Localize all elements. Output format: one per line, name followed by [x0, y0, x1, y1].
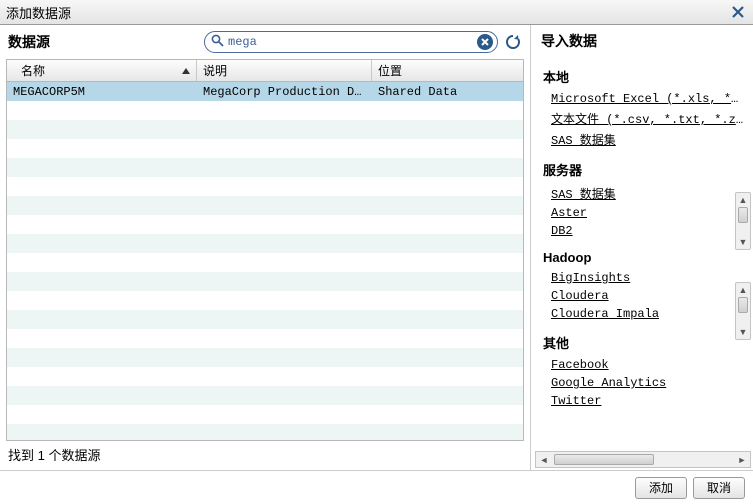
table-row	[7, 253, 523, 272]
close-icon[interactable]	[729, 3, 747, 21]
import-link[interactable]: 文本文件 (*.csv, *.txt, *.zip)	[551, 108, 745, 129]
import-link[interactable]: Cloudera Impala	[551, 305, 745, 323]
import-link[interactable]: DB2	[551, 222, 745, 240]
add-button[interactable]: 添加	[635, 477, 687, 499]
add-data-source-dialog: 添加数据源 数据源	[0, 0, 753, 504]
import-link[interactable]: Facebook	[551, 356, 745, 374]
import-panel: 本地Microsoft Excel (*.xls, *.xlsx, *.文本文件…	[535, 57, 751, 451]
results-table: 名称 说明 位置 MEGACORP5MMegaCorp Production D…	[6, 59, 524, 441]
import-link[interactable]: Twitter	[551, 392, 745, 410]
col-header-desc[interactable]: 说明	[197, 60, 372, 81]
cell-desc: MegaCorp Production Dat...	[197, 85, 372, 99]
import-link[interactable]: BigInsights	[551, 269, 745, 287]
refresh-icon[interactable]	[504, 33, 522, 51]
section-title: 其他	[535, 323, 751, 356]
import-link[interactable]: SAS 数据集	[551, 183, 745, 204]
import-hscroll[interactable]: ◄ ►	[535, 451, 751, 468]
section-title: Hadoop	[535, 240, 751, 269]
table-row	[7, 196, 523, 215]
import-link[interactable]: Google Analytics	[551, 374, 745, 392]
table-row	[7, 348, 523, 367]
search-input[interactable]	[228, 35, 477, 49]
table-row	[7, 234, 523, 253]
dialog-body: 数据源	[0, 25, 753, 470]
import-link[interactable]: Cloudera	[551, 287, 745, 305]
table-row	[7, 310, 523, 329]
table-row	[7, 101, 523, 120]
right-heading: 导入数据	[531, 25, 753, 53]
section-title: 本地	[535, 57, 751, 90]
scroll-left-icon[interactable]: ◄	[536, 452, 552, 467]
left-pane: 数据源	[0, 25, 531, 470]
col-header-name[interactable]: 名称	[7, 60, 197, 81]
section-title: 服务器	[535, 150, 751, 183]
table-row	[7, 329, 523, 348]
table-row	[7, 424, 523, 440]
dialog-title: 添加数据源	[6, 3, 729, 22]
scroll-right-icon[interactable]: ►	[734, 452, 750, 467]
cancel-button[interactable]: 取消	[693, 477, 745, 499]
import-link[interactable]: Aster	[551, 204, 745, 222]
table-row	[7, 215, 523, 234]
right-pane: 导入数据 本地Microsoft Excel (*.xls, *.xlsx, *…	[531, 25, 753, 470]
table-row[interactable]: MEGACORP5MMegaCorp Production Dat...Shar…	[7, 82, 523, 101]
table-row	[7, 120, 523, 139]
search-icon	[211, 34, 224, 50]
col-header-loc[interactable]: 位置	[372, 60, 523, 81]
dialog-footer: 添加 取消	[0, 470, 753, 504]
clear-search-icon[interactable]	[477, 34, 493, 50]
import-link[interactable]: SAS 数据集	[551, 129, 745, 150]
import-link[interactable]: Microsoft Excel (*.xls, *.xlsx, *.	[551, 90, 745, 108]
table-row	[7, 177, 523, 196]
cell-name: MEGACORP5M	[7, 85, 197, 99]
title-bar: 添加数据源	[0, 0, 753, 25]
table-row	[7, 158, 523, 177]
table-row	[7, 139, 523, 158]
left-header: 数据源	[0, 25, 530, 55]
table-row	[7, 291, 523, 310]
table-header: 名称 说明 位置	[7, 60, 523, 82]
table-row	[7, 405, 523, 424]
table-row	[7, 272, 523, 291]
table-row	[7, 367, 523, 386]
results-count: 找到 1 个数据源	[0, 441, 530, 470]
table-row	[7, 386, 523, 405]
cell-loc: Shared Data	[372, 85, 523, 99]
search-box	[204, 31, 498, 53]
left-heading: 数据源	[8, 32, 198, 52]
hscroll-thumb[interactable]	[554, 454, 654, 465]
table-body: MEGACORP5MMegaCorp Production Dat...Shar…	[7, 82, 523, 440]
search-wrap	[204, 31, 522, 53]
